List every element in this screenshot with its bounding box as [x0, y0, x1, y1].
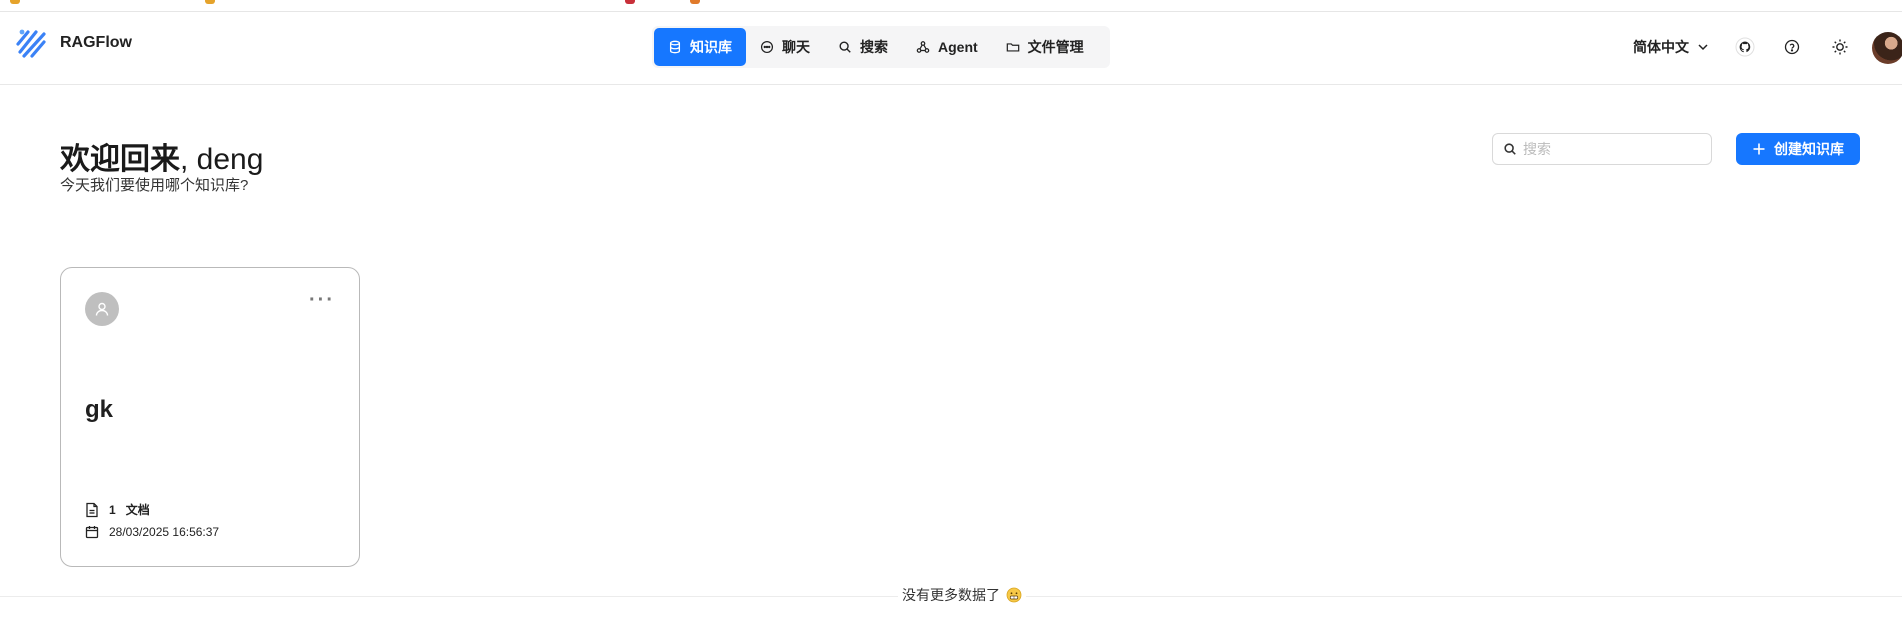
page-subtitle: 今天我们要使用哪个知识库? — [60, 177, 249, 194]
no-more-data-text: 没有更多数据了 — [902, 587, 1000, 603]
nav-item-chat[interactable]: 聊天 — [746, 28, 824, 66]
app-header: RAGFlow 知识库 聊天 搜索 Agent 文件管理 简体中文 — [0, 12, 1902, 85]
welcome-text: 欢迎回来 — [60, 143, 180, 176]
nav-item-label: 文件管理 — [1027, 39, 1084, 55]
search-box[interactable] — [1492, 133, 1712, 165]
create-knowledge-base-button[interactable]: 创建知识库 — [1736, 133, 1860, 165]
nav-item-label: 搜索 — [860, 39, 888, 55]
knowledge-base-name: gk — [85, 396, 114, 423]
no-more-data-message: 没有更多数据了 — [898, 585, 1026, 605]
nav-item-label: Agent — [938, 39, 978, 55]
help-icon[interactable] — [1782, 37, 1802, 57]
nav-item-search[interactable]: 搜索 — [824, 28, 902, 66]
doc-count-label: 文档 — [125, 503, 150, 517]
nav-item-file-management[interactable]: 文件管理 — [992, 28, 1098, 66]
user-avatar[interactable] — [1872, 32, 1902, 64]
card-doc-count: 1 文档 — [85, 501, 150, 518]
search-icon — [839, 41, 851, 53]
github-icon[interactable] — [1735, 37, 1755, 57]
brand-name: RAGFlow — [60, 34, 132, 51]
theme-sun-icon[interactable] — [1830, 37, 1850, 57]
page-title: 欢迎回来, deng — [60, 134, 263, 178]
card-updated-date: 28/03/2025 16:56:37 — [85, 525, 219, 539]
agent-icon — [916, 41, 930, 53]
nav-item-label: 聊天 — [782, 39, 810, 55]
nav-item-knowledge-base[interactable]: 知识库 — [654, 28, 746, 66]
folder-icon — [1006, 43, 1019, 52]
database-icon — [669, 40, 681, 54]
language-selector[interactable]: 简体中文 — [1633, 37, 1709, 57]
language-label: 简体中文 — [1633, 39, 1689, 55]
more-options-icon[interactable]: ··· — [309, 290, 335, 310]
chat-icon — [760, 40, 774, 54]
strip-marker — [205, 0, 215, 4]
strip-marker — [10, 0, 20, 4]
strip-marker — [690, 0, 700, 4]
create-button-label: 创建知识库 — [1774, 141, 1844, 157]
card-avatar — [85, 292, 119, 326]
nav-item-label: 知识库 — [690, 39, 732, 55]
ragflow-logo-icon — [16, 29, 46, 58]
calendar-icon — [85, 526, 99, 539]
browser-top-strip — [0, 0, 1902, 12]
knowledge-base-card[interactable]: ··· gk 1 文档 28/03/2025 16:56:37 — [60, 267, 360, 567]
document-icon — [86, 502, 98, 517]
user-icon — [95, 302, 109, 316]
main-nav: 知识库 聊天 搜索 Agent 文件管理 — [652, 26, 1110, 68]
welcome-username: , deng — [180, 143, 264, 176]
updated-timestamp: 28/03/2025 16:56:37 — [109, 525, 220, 539]
grinning-emoji-icon — [1006, 587, 1022, 603]
doc-count-value: 1 — [109, 502, 116, 517]
plus-icon — [1753, 143, 1765, 155]
search-icon — [1504, 143, 1516, 155]
strip-marker — [625, 0, 635, 4]
nav-item-agent[interactable]: Agent — [902, 28, 992, 66]
chevron-down-icon — [1698, 44, 1708, 51]
search-input[interactable] — [1523, 141, 1703, 157]
